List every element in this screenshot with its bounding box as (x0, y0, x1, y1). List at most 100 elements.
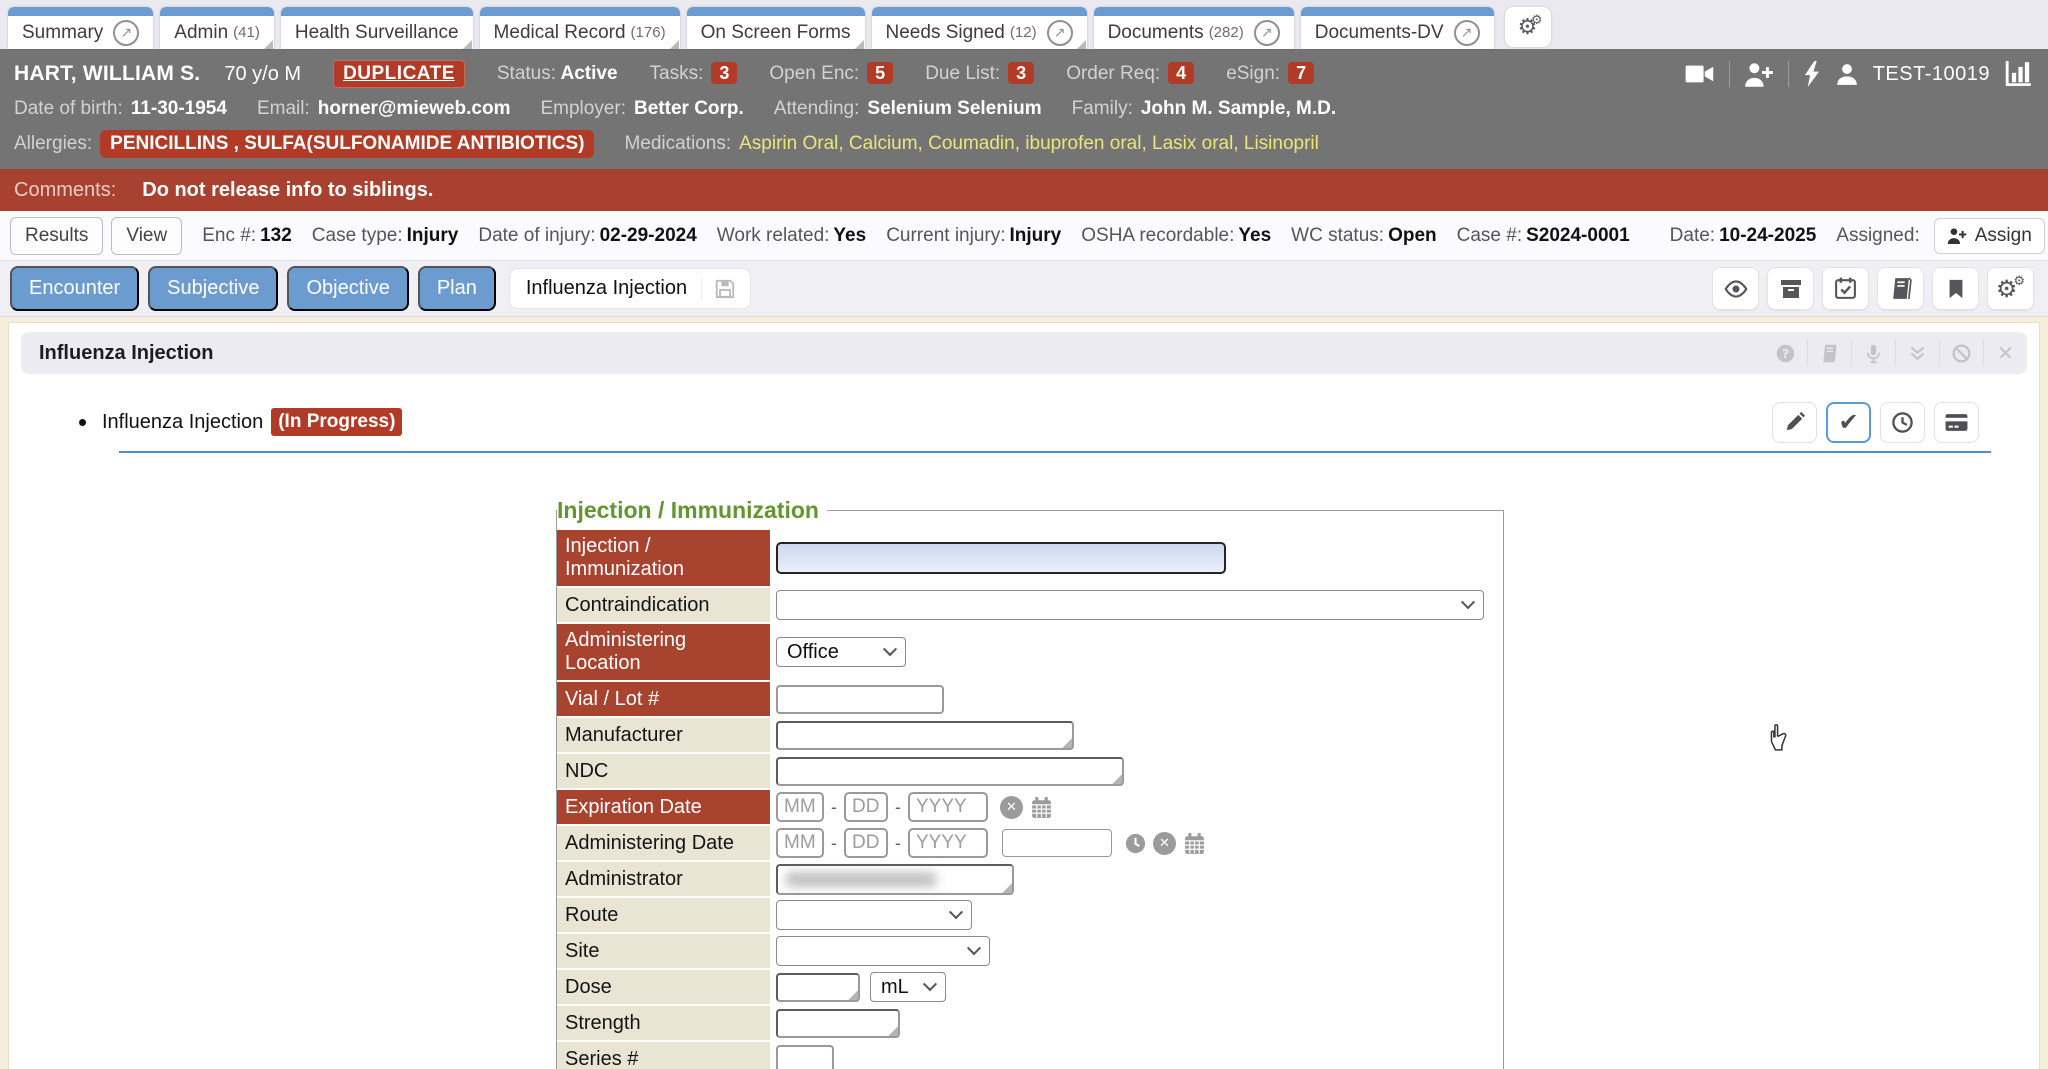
clear-date-icon[interactable]: ✕ (1153, 832, 1176, 855)
site-select[interactable] (776, 936, 990, 966)
tab-count: (176) (631, 24, 666, 41)
user-id: TEST-10019 (1873, 63, 1990, 86)
chevron-down-icon (1461, 595, 1475, 609)
order-req-count-badge[interactable]: 4 (1168, 62, 1194, 84)
influenza-injection-form-tab[interactable]: Influenza Injection (509, 268, 751, 309)
injection-immunization-input[interactable] (776, 542, 1226, 574)
injection-fieldset: Injection / Immunization Injection / Imm… (556, 497, 1504, 1069)
add-person-icon[interactable] (1744, 61, 1774, 87)
tasks-count-badge[interactable]: 3 (711, 62, 737, 84)
collapse-icon[interactable] (1895, 340, 1939, 366)
medications-list[interactable]: Aspirin Oral, Calcium, Coumadin, ibuprof… (739, 133, 1319, 155)
administering-time-input[interactable] (1002, 829, 1112, 857)
tab-documents[interactable]: Documents (282) ↗ (1094, 7, 1294, 49)
site-label: Site (557, 934, 770, 968)
encounter-content-panel: Influenza Injection ? ✕ (8, 322, 2040, 1069)
accept-button[interactable]: ✔ (1826, 402, 1871, 443)
tab-summary[interactable]: Summary ↗ (8, 7, 153, 49)
tab-label: Medical Record (494, 22, 626, 44)
case-number-label: Case #: (1457, 225, 1522, 246)
disable-icon[interactable] (1939, 340, 1983, 366)
series-input[interactable] (776, 1045, 834, 1069)
calendar-icon[interactable] (1029, 795, 1054, 820)
tab-medical-record[interactable]: Medical Record (176) (480, 7, 680, 49)
plan-tab-button[interactable]: Plan (418, 266, 496, 311)
open-in-new-icon[interactable]: ↗ (113, 20, 139, 46)
route-select[interactable] (776, 900, 972, 930)
administering-month-input[interactable] (776, 828, 824, 858)
archive-button[interactable] (1767, 267, 1814, 310)
time-icon[interactable] (1124, 832, 1147, 855)
esign-count-badge[interactable]: 7 (1288, 62, 1314, 84)
item-title[interactable]: Influenza Injection (102, 411, 263, 434)
duplicate-badge[interactable]: DUPLICATE (333, 60, 465, 88)
microphone-icon[interactable] (1851, 340, 1895, 366)
encounter-info-bar: Results View Enc #:132 Case type:Injury … (0, 211, 2048, 261)
assign-button[interactable]: Assign (1934, 218, 2045, 254)
payment-card-icon (1944, 410, 1969, 435)
close-icon[interactable]: ✕ (1983, 340, 2027, 366)
status-value: Active (560, 63, 617, 84)
tab-on-screen-forms[interactable]: On Screen Forms (687, 7, 865, 49)
preview-button[interactable] (1712, 267, 1759, 310)
tab-admin[interactable]: Admin (41) (160, 7, 274, 49)
billing-button[interactable] (1934, 402, 1979, 443)
save-icon[interactable] (714, 278, 736, 300)
injection-immunization-label: Injection / Immunization (557, 530, 770, 586)
video-camera-icon[interactable] (1685, 62, 1715, 86)
encounter-tab-button[interactable]: Encounter (10, 266, 139, 311)
open-in-new-icon[interactable]: ↗ (1047, 20, 1073, 46)
settings-button[interactable]: ⚙ ⚙ (1987, 267, 2034, 310)
subjective-tab-button[interactable]: Subjective (148, 266, 278, 311)
wc-status-label: WC status: (1291, 225, 1384, 246)
bar-chart-icon[interactable] (2004, 61, 2034, 87)
redacted-text (786, 872, 936, 887)
results-button[interactable]: Results (10, 217, 103, 255)
due-list-count-badge[interactable]: 3 (1008, 62, 1034, 84)
calendar-icon[interactable] (1182, 831, 1207, 856)
edit-button[interactable] (1772, 402, 1817, 443)
clear-date-icon[interactable]: ✕ (1000, 796, 1023, 819)
open-enc-count-badge[interactable]: 5 (867, 62, 893, 84)
strength-input[interactable] (776, 1009, 900, 1038)
administering-year-input[interactable] (908, 828, 988, 858)
vial-lot-input[interactable] (776, 685, 944, 714)
chart-book-icon[interactable] (1807, 340, 1851, 366)
objective-tab-button[interactable]: Objective (287, 266, 408, 311)
form-row: Route (557, 898, 1503, 932)
tab-settings-button[interactable]: ⚙ ⚙ (1505, 7, 1551, 47)
enc-number-label: Enc #: (202, 225, 256, 246)
expiration-day-input[interactable] (844, 792, 888, 822)
open-in-new-icon[interactable]: ↗ (1254, 20, 1280, 46)
expiration-month-input[interactable] (776, 792, 824, 822)
tab-documents-dv[interactable]: Documents-DV ↗ (1301, 7, 1494, 49)
contraindication-select[interactable] (776, 590, 1484, 620)
bookmark-button[interactable] (1932, 267, 1979, 310)
administering-day-input[interactable] (844, 828, 888, 858)
wc-status-value: Open (1388, 225, 1437, 246)
help-icon[interactable]: ? (1763, 340, 1807, 366)
allergies-badge[interactable]: PENICILLINS , SULFA(SULFONAMIDE ANTIBIOT… (100, 130, 594, 158)
history-button[interactable] (1880, 402, 1925, 443)
chevron-down-icon (923, 977, 937, 991)
tab-needs-signed[interactable]: Needs Signed (12) ↗ (872, 7, 1087, 49)
open-in-new-icon[interactable]: ↗ (1454, 20, 1480, 46)
tab-health-surveillance[interactable]: Health Surveillance (281, 7, 473, 49)
administrator-input[interactable] (776, 864, 1014, 895)
ndc-input[interactable] (776, 757, 1124, 786)
lightning-icon[interactable] (1803, 61, 1821, 87)
dose-input[interactable] (776, 973, 860, 1002)
user-icon[interactable] (1835, 62, 1859, 86)
view-button[interactable]: View (111, 217, 182, 255)
patient-name[interactable]: HART, WILLIAM S. (14, 62, 200, 86)
dose-unit-select[interactable]: mL (870, 972, 946, 1002)
email-value[interactable]: horner@mieweb.com (318, 98, 511, 120)
schedule-button[interactable] (1822, 267, 1869, 310)
route-label: Route (557, 898, 770, 932)
expiration-year-input[interactable] (908, 792, 988, 822)
divider (1788, 61, 1789, 87)
chart-book-button[interactable] (1877, 267, 1924, 310)
manufacturer-input[interactable] (776, 721, 1074, 750)
administering-location-select[interactable]: Office (776, 637, 906, 667)
assigned-label: Assigned: (1836, 225, 1919, 246)
